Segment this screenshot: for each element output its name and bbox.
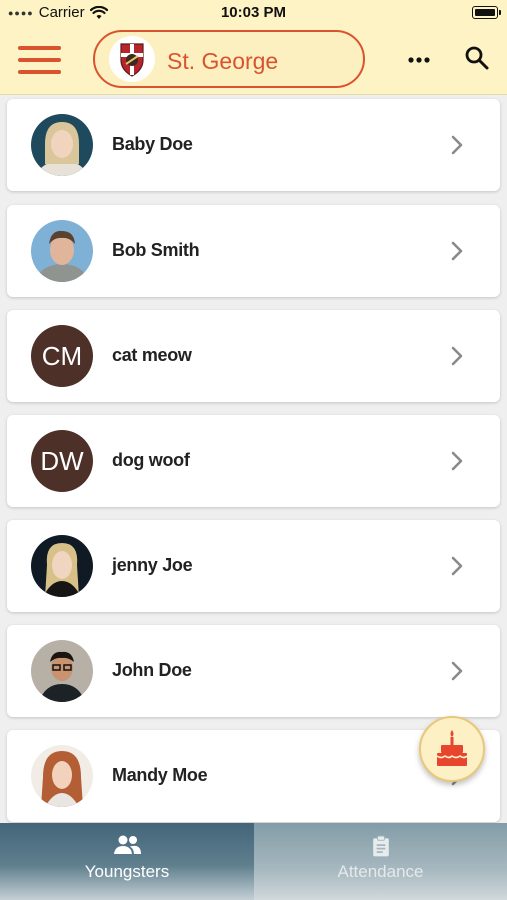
search-icon (465, 46, 489, 70)
avatar (31, 114, 93, 176)
status-bar: ●●●● Carrier 10:03 PM (0, 0, 507, 26)
avatar-initials: CM (31, 325, 93, 387)
tab-attendance[interactable]: Attendance (254, 823, 507, 900)
tab-label: Attendance (337, 862, 424, 881)
more-icon (408, 57, 430, 63)
student-row-bob-smith[interactable]: Bob Smith (7, 205, 500, 297)
clipboard-icon (372, 835, 389, 857)
school-name: St. George (167, 48, 279, 74)
battery-icon (472, 6, 501, 19)
student-name: dog woof (112, 450, 190, 470)
student-name: jenny Joe (112, 555, 193, 575)
student-row-john-doe[interactable]: John Doe (7, 625, 500, 717)
chevron-right-icon (451, 135, 463, 155)
school-selector[interactable]: St. George (93, 30, 365, 88)
student-row-baby-doe[interactable]: Baby Doe (7, 99, 500, 191)
student-row-jenny-joe[interactable]: jenny Joe (7, 520, 500, 612)
school-crest-icon (109, 36, 155, 82)
app-header: St. George (0, 26, 507, 95)
birthday-button[interactable] (419, 716, 485, 782)
chevron-right-icon (451, 241, 463, 261)
chevron-right-icon (451, 346, 463, 366)
student-name: Bob Smith (112, 240, 200, 260)
student-name: Baby Doe (112, 134, 193, 154)
more-options-button[interactable] (405, 50, 433, 70)
student-name: cat meow (112, 345, 192, 365)
chevron-right-icon (451, 451, 463, 471)
avatar (31, 535, 93, 597)
student-name: Mandy Moe (112, 765, 208, 785)
tab-label: Youngsters (84, 862, 170, 881)
chevron-right-icon (451, 661, 463, 681)
student-row-cat-meow[interactable]: CM cat meow (7, 310, 500, 402)
avatar-initials: DW (31, 430, 93, 492)
search-button[interactable] (463, 44, 491, 72)
avatar (31, 220, 93, 282)
birthday-cake-icon (436, 730, 468, 766)
avatar (31, 640, 93, 702)
bottom-tab-bar: Youngsters Attendance (0, 823, 507, 900)
tab-youngsters[interactable]: Youngsters (0, 823, 254, 900)
status-time: 10:03 PM (220, 4, 287, 21)
student-name: John Doe (112, 660, 192, 680)
student-row-dog-woof[interactable]: DW dog woof (7, 415, 500, 507)
hamburger-menu-button[interactable] (18, 44, 62, 76)
chevron-right-icon (451, 556, 463, 576)
avatar (31, 745, 93, 807)
people-icon (114, 835, 141, 854)
